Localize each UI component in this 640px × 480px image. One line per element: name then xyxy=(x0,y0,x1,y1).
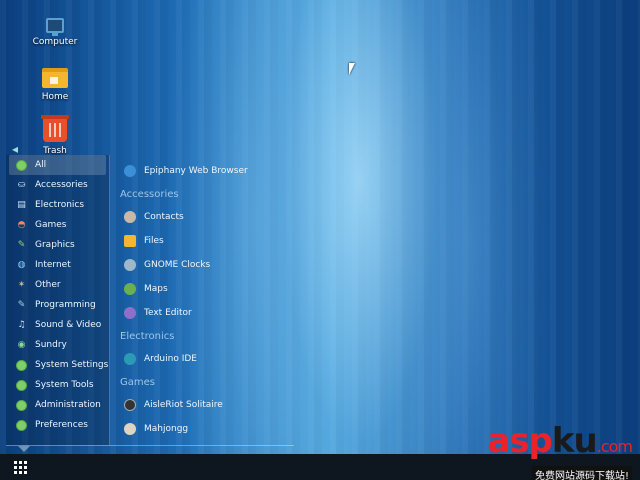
section-heading-games: Games xyxy=(120,376,155,388)
other-icon: ✶ xyxy=(17,280,26,290)
category-label: Administration xyxy=(35,400,101,410)
category-label: Sound & Video xyxy=(35,320,102,330)
watermark-subtitle: 免费网站源码下载站! xyxy=(531,466,632,480)
web-browser-icon xyxy=(124,165,136,177)
category-label: Programming xyxy=(35,300,96,310)
app-list-panel: Epiphany Web Browser Accessories Contact… xyxy=(116,155,294,445)
trash-icon xyxy=(41,115,69,142)
category-label: Accessories xyxy=(35,180,88,190)
sundry-icon: ◉ xyxy=(17,340,26,350)
mouse-cursor-icon xyxy=(349,63,355,75)
category-label: System Settings xyxy=(35,360,109,370)
desktop-icon-label: Computer xyxy=(32,37,78,47)
watermark-logo-c: .com xyxy=(596,437,633,456)
programming-icon: ✎ xyxy=(17,300,26,310)
category-system-tools[interactable]: System Tools xyxy=(6,375,109,395)
menu-divider xyxy=(6,445,294,446)
mahjongg-icon xyxy=(124,423,136,435)
app-label: GNOME Clocks xyxy=(144,260,211,270)
app-label: Files xyxy=(144,236,164,246)
category-panel: All ⛀ Accessories ▤ Electronics ◓ Games ✎ Gr… xyxy=(6,155,110,445)
category-label: Sundry xyxy=(35,340,67,350)
category-other[interactable]: ✶ Other xyxy=(6,275,109,295)
category-all[interactable]: All xyxy=(9,155,106,175)
games-icon: ◓ xyxy=(17,220,26,230)
app-item-mahjongg[interactable]: Mahjongg xyxy=(116,417,294,441)
system-tools-icon xyxy=(16,379,27,391)
desktop-icon-computer[interactable]: Computer xyxy=(20,18,90,47)
electronics-icon: ▤ xyxy=(17,200,26,210)
category-label: Preferences xyxy=(35,420,88,430)
app-item-files[interactable]: Files xyxy=(116,229,294,253)
menu-pointer-icon xyxy=(18,446,30,452)
watermark: aspku.com 免费网站源码下载站! xyxy=(487,421,633,480)
category-sound-video[interactable]: ♫ Sound & Video xyxy=(6,315,109,335)
category-label: Electronics xyxy=(35,200,85,210)
app-item-maps[interactable]: Maps xyxy=(116,277,294,301)
preferences-icon xyxy=(16,419,27,431)
solitaire-icon xyxy=(124,399,136,411)
menu-collapse-icon[interactable]: ◂ xyxy=(12,142,18,156)
category-preferences[interactable]: Preferences xyxy=(6,415,109,435)
accessories-icon: ⛀ xyxy=(17,180,26,190)
files-icon xyxy=(124,235,136,247)
app-item-aisleriot[interactable]: AisleRiot Solitaire xyxy=(116,393,294,417)
app-item-contacts[interactable]: Contacts xyxy=(116,205,294,229)
arduino-icon xyxy=(124,353,136,365)
category-accessories[interactable]: ⛀ Accessories xyxy=(6,175,109,195)
category-label: Other xyxy=(35,280,61,290)
app-label: Arduino IDE xyxy=(144,354,197,364)
category-label: Internet xyxy=(35,260,71,270)
app-label: Maps xyxy=(144,284,168,294)
desktop-icon-label: Home xyxy=(41,92,69,102)
system-settings-icon xyxy=(16,359,27,371)
app-item-epiphany[interactable]: Epiphany Web Browser xyxy=(116,159,294,183)
home-folder-icon xyxy=(42,68,68,88)
category-label: All xyxy=(35,160,47,170)
category-sundry[interactable]: ◉ Sundry xyxy=(6,335,109,355)
app-label: AisleRiot Solitaire xyxy=(144,400,223,410)
computer-icon xyxy=(46,18,64,36)
sound-video-icon: ♫ xyxy=(17,320,26,330)
category-label: Graphics xyxy=(35,240,75,250)
maps-icon xyxy=(124,283,136,295)
graphics-icon: ✎ xyxy=(17,240,26,250)
app-grid-icon xyxy=(13,460,27,474)
app-item-text-editor[interactable]: Text Editor xyxy=(116,301,294,325)
app-menu-button[interactable] xyxy=(0,454,40,480)
app-label: Epiphany Web Browser xyxy=(144,166,248,176)
section-heading-electronics: Electronics xyxy=(120,330,175,342)
category-electronics[interactable]: ▤ Electronics xyxy=(6,195,109,215)
clock-icon xyxy=(124,259,136,271)
text-editor-icon xyxy=(124,307,136,319)
watermark-logo-a: asp xyxy=(487,421,553,461)
category-system-settings[interactable]: System Settings xyxy=(6,355,109,375)
desktop-icon-home[interactable]: Home xyxy=(20,68,90,102)
category-internet[interactable]: ◍ Internet xyxy=(6,255,109,275)
category-label: System Tools xyxy=(35,380,94,390)
app-item-gnome-clocks[interactable]: GNOME Clocks xyxy=(116,253,294,277)
category-programming[interactable]: ✎ Programming xyxy=(6,295,109,315)
internet-icon: ◍ xyxy=(17,260,26,270)
category-graphics[interactable]: ✎ Graphics xyxy=(6,235,109,255)
watermark-logo-b: ku xyxy=(551,421,598,461)
all-icon xyxy=(16,159,27,171)
app-label: Text Editor xyxy=(144,308,192,318)
watermark-logo: aspku.com xyxy=(487,421,633,464)
administration-icon xyxy=(16,399,27,411)
category-label: Games xyxy=(35,220,67,230)
app-label: Contacts xyxy=(144,212,184,222)
desktop-icon-trash[interactable]: Trash xyxy=(20,115,90,156)
category-administration[interactable]: Administration xyxy=(6,395,109,415)
app-item-arduino-ide[interactable]: Arduino IDE xyxy=(116,347,294,371)
application-menu: All ⛀ Accessories ▤ Electronics ◓ Games ✎ Gr… xyxy=(6,155,294,452)
contacts-icon xyxy=(124,211,136,223)
section-heading-accessories: Accessories xyxy=(120,188,179,200)
category-games[interactable]: ◓ Games xyxy=(6,215,109,235)
app-label: Mahjongg xyxy=(144,424,189,434)
